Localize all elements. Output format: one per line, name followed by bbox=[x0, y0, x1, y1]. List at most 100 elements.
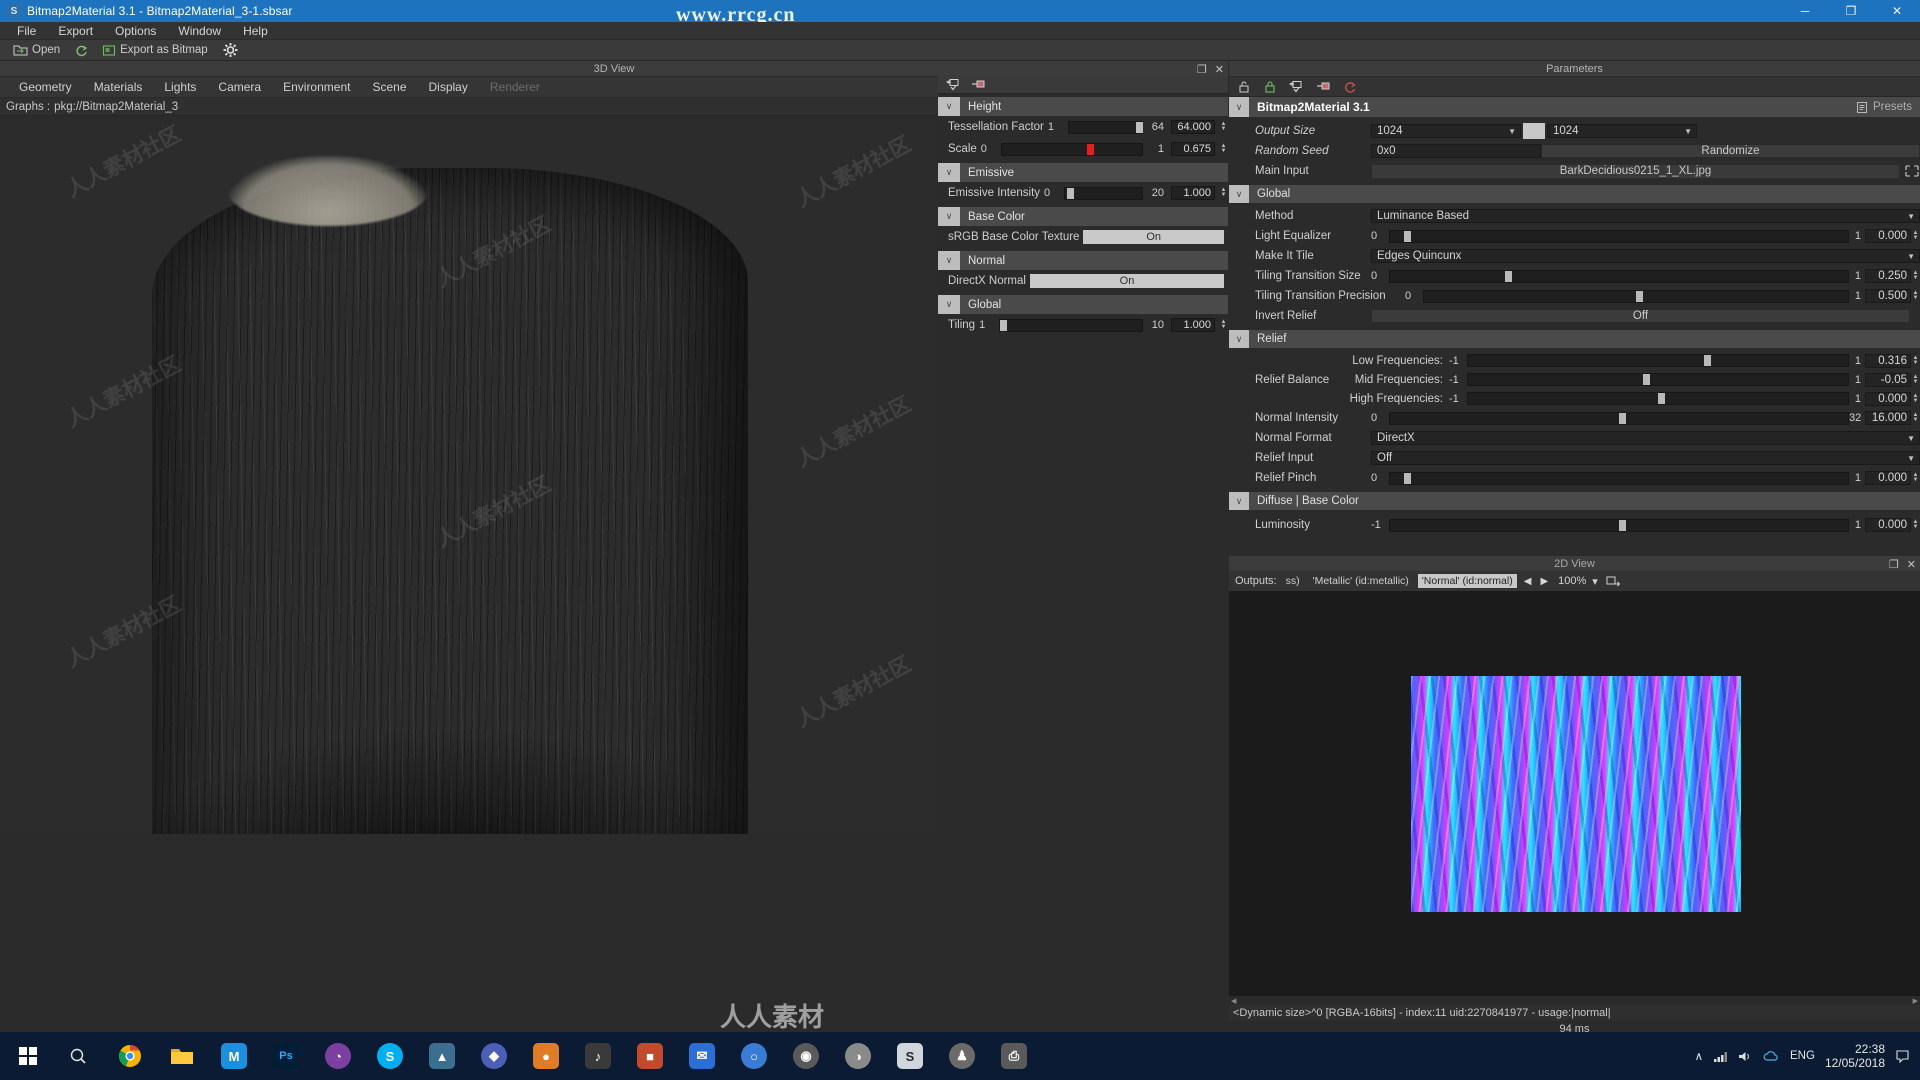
spinner-icon[interactable]: ▲ ▼ bbox=[1911, 392, 1920, 406]
presets-control[interactable]: Presets bbox=[1856, 97, 1912, 117]
taskbar-item-keyshot[interactable]: ◑ bbox=[832, 1032, 884, 1080]
taskbar-item-unity[interactable]: ■ bbox=[624, 1032, 676, 1080]
spinner-icon[interactable]: ▲ ▼ bbox=[1911, 518, 1920, 532]
graph-title-bar[interactable]: ∨ Bitmap2Material 3.1 Presets bbox=[1229, 97, 1920, 117]
scroll-right-icon[interactable]: ▶ bbox=[1913, 997, 1918, 1005]
param-slider[interactable] bbox=[1467, 354, 1849, 367]
spinner-icon[interactable]: ▲ ▼ bbox=[1911, 354, 1920, 368]
import-icon[interactable] bbox=[946, 78, 961, 91]
param-value-field[interactable]: 0.000 bbox=[1865, 471, 1911, 485]
cloud-icon[interactable] bbox=[1763, 1050, 1780, 1063]
notification-icon[interactable] bbox=[1895, 1049, 1910, 1063]
tray-expand-caret-icon[interactable]: ∧ bbox=[1695, 1049, 1703, 1063]
output-size-link-button[interactable] bbox=[1523, 123, 1545, 139]
tab-geometry[interactable]: Geometry bbox=[8, 77, 83, 98]
param-slider[interactable] bbox=[1389, 411, 1849, 425]
tab-environment[interactable]: Environment bbox=[272, 77, 361, 98]
menu-help[interactable]: Help bbox=[232, 22, 279, 40]
slider-knob[interactable] bbox=[1642, 374, 1650, 385]
section-header-diffuse-base-color[interactable]: ∨ Diffuse | Base Color bbox=[1229, 492, 1920, 510]
param-value-field[interactable]: 1.000 bbox=[1171, 186, 1215, 200]
relief-input-select[interactable]: Off ▼ bbox=[1371, 451, 1920, 465]
minimize-button[interactable]: ─ bbox=[1782, 0, 1828, 22]
section-header-relief[interactable]: ∨ Relief bbox=[1229, 330, 1920, 348]
lock-icon[interactable] bbox=[1263, 80, 1277, 94]
taskbar-item-marmoset[interactable]: ◉ bbox=[780, 1032, 832, 1080]
param-slider[interactable] bbox=[1067, 120, 1144, 134]
param-value-field[interactable]: 0.500 bbox=[1865, 289, 1911, 303]
export-icon[interactable] bbox=[1316, 80, 1331, 93]
spinner-icon[interactable]: ▲ ▼ bbox=[1911, 229, 1920, 243]
taskbar-item-3dsmax[interactable]: ▲ bbox=[416, 1032, 468, 1080]
param-slider[interactable] bbox=[999, 318, 1143, 332]
param-slider[interactable] bbox=[1064, 186, 1143, 200]
make-it-tile-select[interactable]: Edges Quincunx ▼ bbox=[1371, 249, 1920, 263]
taskbar-item-chrome[interactable] bbox=[104, 1032, 156, 1080]
menu-window[interactable]: Window bbox=[167, 22, 232, 40]
param-value-field[interactable]: -0.05 bbox=[1865, 372, 1911, 387]
view2d-canvas[interactable] bbox=[1229, 591, 1920, 996]
param-toggle[interactable]: On bbox=[1083, 230, 1224, 244]
spinner-icon[interactable]: ▲ ▼ bbox=[1219, 142, 1228, 156]
spinner-icon[interactable]: ▲ ▼ bbox=[1911, 269, 1920, 283]
taskbar-item-zbrush[interactable]: ○ bbox=[728, 1032, 780, 1080]
zoom-level-select[interactable]: 100% ▾ bbox=[1555, 574, 1601, 588]
param-slider[interactable] bbox=[1423, 289, 1849, 303]
slider-knob[interactable] bbox=[1619, 519, 1626, 531]
slider-knob[interactable] bbox=[1504, 270, 1512, 282]
group-header-height[interactable]: ∨ Height bbox=[938, 97, 1228, 116]
group-header-global[interactable]: ∨ Global bbox=[938, 295, 1228, 314]
output-chip-normal[interactable]: 'Normal' (id:normal) bbox=[1417, 574, 1517, 588]
taskbar-item-substance-designer[interactable]: ◆ bbox=[468, 1032, 520, 1080]
tab-lights[interactable]: Lights bbox=[153, 77, 207, 98]
normal-format-select[interactable]: DirectX ▼ bbox=[1371, 431, 1920, 445]
tab-scene[interactable]: Scene bbox=[361, 77, 417, 98]
invert-relief-toggle[interactable]: Off bbox=[1371, 309, 1910, 323]
taskbar-item-person[interactable]: ♟ bbox=[936, 1032, 988, 1080]
tab-display[interactable]: Display bbox=[418, 77, 479, 98]
close-button[interactable]: ✕ bbox=[1874, 0, 1920, 22]
spinner-icon[interactable]: ▲ ▼ bbox=[1911, 411, 1920, 425]
prev-output-icon[interactable]: ◀ bbox=[1522, 576, 1534, 587]
view2d-horizontal-scrollbar[interactable]: ◀ ▶ bbox=[1229, 996, 1920, 1005]
slider-knob[interactable] bbox=[1136, 121, 1144, 133]
export-icon[interactable] bbox=[971, 78, 986, 91]
group-header-emissive[interactable]: ∨ Emissive bbox=[938, 163, 1228, 182]
slider-knob[interactable] bbox=[1403, 230, 1411, 242]
param-toggle[interactable]: On bbox=[1029, 274, 1224, 288]
view2d-close-icon[interactable]: ✕ bbox=[1907, 558, 1916, 571]
tray-language[interactable]: ENG bbox=[1790, 1050, 1815, 1062]
group-header-base-color[interactable]: ∨ Base Color bbox=[938, 207, 1228, 226]
param-value-field[interactable]: 0.675 bbox=[1171, 142, 1215, 156]
spinner-icon[interactable]: ▲ ▼ bbox=[1911, 289, 1920, 303]
randomize-button[interactable]: Randomize bbox=[1541, 144, 1920, 158]
param-value-field[interactable]: 64.000 bbox=[1171, 120, 1215, 134]
taskbar-item-mail[interactable]: ✉ bbox=[676, 1032, 728, 1080]
viewport-restore-icon[interactable]: ❐ bbox=[1197, 63, 1207, 76]
start-button[interactable] bbox=[4, 1032, 52, 1080]
slider-knob[interactable] bbox=[1703, 355, 1711, 366]
clock[interactable]: 22:38 12/05/2018 bbox=[1825, 1042, 1885, 1070]
output-chip-0[interactable]: ss) bbox=[1282, 574, 1304, 588]
group-header-normal[interactable]: ∨ Normal bbox=[938, 251, 1228, 270]
param-slider[interactable] bbox=[1000, 142, 1143, 156]
slider-knob[interactable] bbox=[1000, 319, 1008, 331]
taskbar-item-firefox[interactable]: ◔ bbox=[312, 1032, 364, 1080]
slider-knob[interactable] bbox=[1067, 187, 1075, 199]
param-value-field[interactable]: 0.316 bbox=[1865, 353, 1911, 368]
fit-icon[interactable] bbox=[1904, 164, 1920, 178]
taskbar-item-file-explorer[interactable] bbox=[156, 1032, 208, 1080]
open-button[interactable]: Open bbox=[8, 41, 65, 60]
param-slider[interactable] bbox=[1389, 471, 1849, 485]
output-size-width-select[interactable]: 1024 ▼ bbox=[1371, 124, 1521, 138]
taskbar-item-media-player[interactable]: M bbox=[208, 1032, 260, 1080]
param-value-field[interactable]: 1.000 bbox=[1171, 318, 1215, 332]
export-as-bitmap-button[interactable]: Export as Bitmap bbox=[97, 41, 213, 60]
param-slider[interactable] bbox=[1389, 229, 1849, 243]
main-input-field[interactable]: BarkDecidious0215_1_XL.jpg bbox=[1371, 163, 1900, 179]
method-select[interactable]: Luminance Based ▼ bbox=[1371, 209, 1920, 223]
slider-knob[interactable] bbox=[1087, 143, 1095, 155]
taskbar-item-photoshop[interactable]: Ps bbox=[260, 1032, 312, 1080]
unlock-icon[interactable] bbox=[1237, 80, 1251, 94]
maximize-button[interactable]: ❐ bbox=[1828, 0, 1874, 22]
